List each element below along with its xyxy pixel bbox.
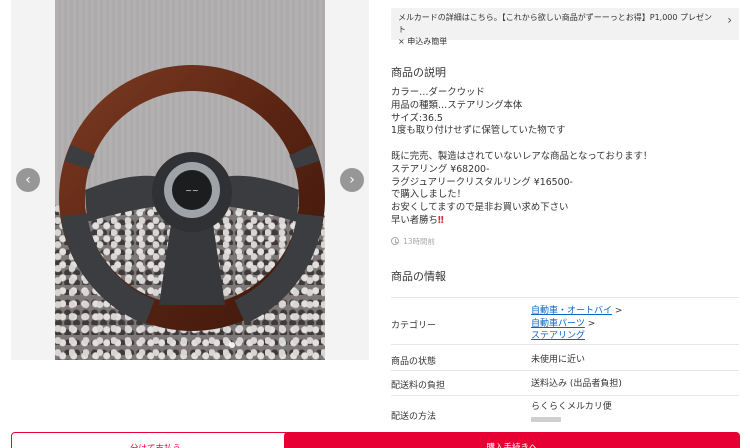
info-title: 商品の情報 xyxy=(391,270,446,283)
description-line: ラグジュアリークリスタルリング ¥16500- xyxy=(391,176,573,188)
divider xyxy=(391,344,739,345)
category-link-auto-motorcycle[interactable]: 自動車・オートバイ xyxy=(531,306,612,316)
condition-label: 商品の状態 xyxy=(391,357,437,367)
divider xyxy=(391,370,739,371)
purchase-button[interactable]: 購入手続きへ xyxy=(284,432,740,448)
svg-text:~~: ~~ xyxy=(185,186,198,195)
mercard-promo-banner[interactable]: メルカードの詳細はこちら。【これから欲しい商品がずーーっとお得】P1,000 プ… xyxy=(391,8,739,46)
category-links: 自動車・オートバイ > 自動車パーツ > ステアリング xyxy=(531,305,622,343)
category-separator: > xyxy=(587,318,596,329)
product-image[interactable]: ~~ xyxy=(55,0,325,360)
steering-wheel-image: ~~ xyxy=(59,65,325,331)
carousel-dot-indicator[interactable] xyxy=(229,342,235,348)
split-payment-button[interactable]: 分けて支払う xyxy=(11,432,300,448)
description-line: 早い者勝ち‼ xyxy=(391,215,739,228)
description-body: カラー…ダークウッド 用品の種類…ステアリング本体 サイズ:36.5 1度も取り… xyxy=(391,87,739,228)
description-line: 用品の種類…ステアリング本体 xyxy=(391,99,523,111)
divider xyxy=(391,395,739,396)
shipping-method-value: らくらくメルカリ便 xyxy=(531,401,612,426)
description-line: 1度も取り付けせずに保管していた物です xyxy=(391,125,566,137)
shipping-badge xyxy=(531,416,561,422)
description-title: 商品の説明 xyxy=(391,66,446,79)
description-line: サイズ:36.5 xyxy=(391,112,443,124)
category-link-steering[interactable]: ステアリング xyxy=(531,331,585,341)
category-separator: > xyxy=(614,306,623,316)
category-label: カテゴリー xyxy=(391,321,437,331)
description-line: ステアリング ¥68200- xyxy=(391,163,490,175)
posted-time-text: 13時間前 xyxy=(403,237,436,246)
shipping-method-label: 配送の方法 xyxy=(391,412,437,422)
divider xyxy=(391,297,739,298)
posted-time: 13時間前 xyxy=(391,236,435,247)
description-line: 既に完売、製造はされていないレアな商品となっております！ xyxy=(391,150,653,162)
description-line xyxy=(391,138,739,151)
description-line: で購入しました！ xyxy=(391,189,467,201)
description-line: お安くしてますので是非お買い求め下さい xyxy=(391,202,569,214)
description-last-line: 早い者勝ち xyxy=(391,214,438,226)
condition-value: 未使用に近い xyxy=(531,355,586,365)
clock-icon xyxy=(391,237,399,245)
chevron-right-icon: › xyxy=(727,13,732,27)
chevron-right-icon[interactable]: › xyxy=(340,168,364,192)
product-gallery: ~~ xyxy=(11,0,369,360)
category-link-auto-parts[interactable]: 自動車パーツ xyxy=(531,319,585,329)
double-exclamation-icon: ‼ xyxy=(437,214,444,226)
promo-text-line2: × 申込み簡単 xyxy=(398,37,448,46)
description-line: カラー…ダークウッド xyxy=(391,87,485,98)
promo-text-line1: メルカードの詳細はこちら。【これから欲しい商品がずーーっとお得】P1,000 プ… xyxy=(398,13,713,34)
shipping-fee-label: 配送料の負担 xyxy=(391,381,446,391)
chevron-left-icon[interactable]: ‹ xyxy=(16,168,40,192)
shipping-method-text: らくらくメルカリ便 xyxy=(531,402,612,412)
shipping-fee-value: 送料込み (出品者負担) xyxy=(531,379,622,389)
